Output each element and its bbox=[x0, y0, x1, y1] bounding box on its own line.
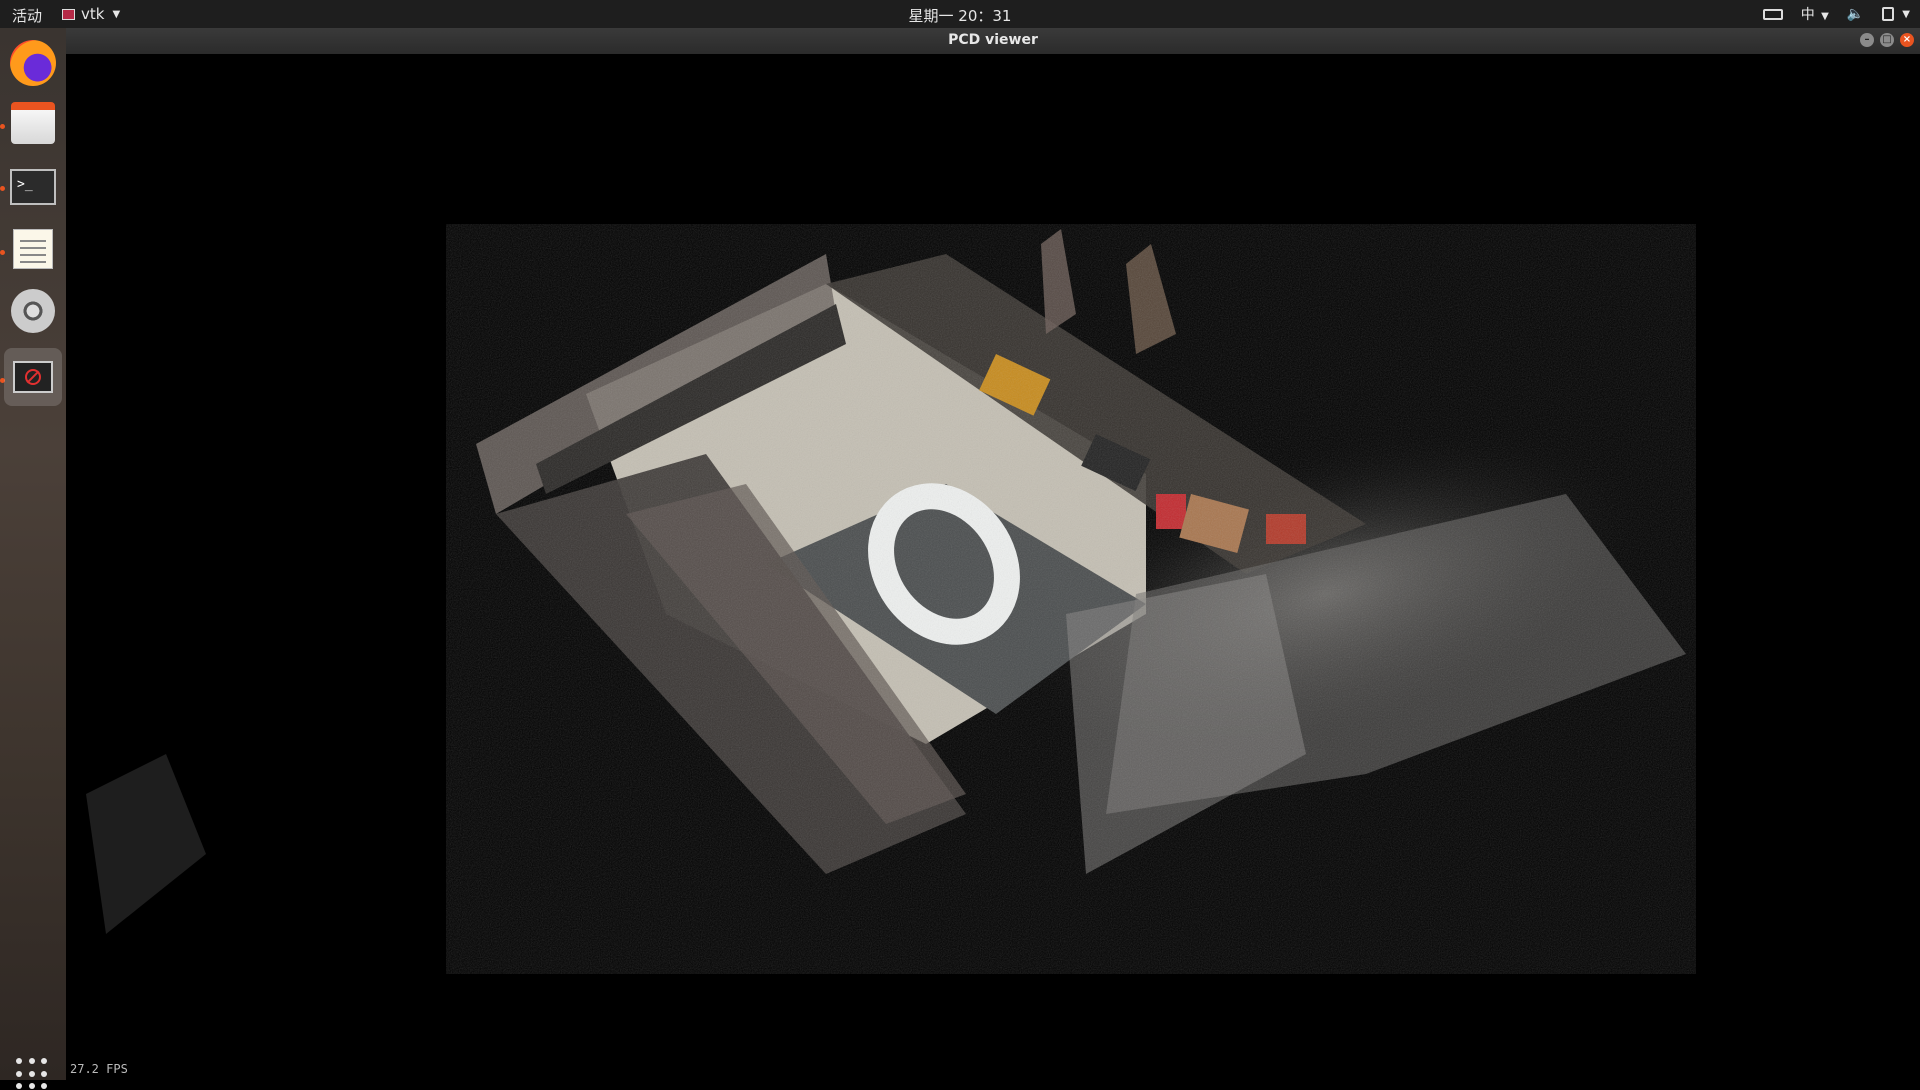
close-button[interactable]: × bbox=[1900, 33, 1914, 47]
app-menu-label: vtk bbox=[81, 5, 105, 23]
files-icon bbox=[11, 102, 55, 144]
power-icon bbox=[1882, 7, 1895, 21]
volume-icon[interactable]: 🔈 bbox=[1847, 6, 1864, 22]
dock-item-video[interactable] bbox=[4, 282, 62, 340]
minimize-button[interactable]: – bbox=[1860, 33, 1874, 47]
dock: >_ bbox=[0, 28, 66, 1090]
pointcloud-render bbox=[86, 224, 1696, 974]
dock-item-terminal[interactable]: >_ bbox=[4, 158, 62, 216]
activities-button[interactable]: 活动 bbox=[12, 5, 42, 26]
input-method-indicator[interactable]: 中 ▼ bbox=[1801, 4, 1829, 24]
dock-item-firefox[interactable] bbox=[4, 34, 62, 92]
top-bar: 活动 vtk ▼ 星期一 20：31 中 ▼ 🔈 ▼ bbox=[0, 0, 1920, 28]
clock[interactable]: 星期一 20：31 bbox=[0, 5, 1920, 26]
app-menu[interactable]: vtk ▼ bbox=[62, 5, 120, 23]
window-controls: – □ × bbox=[1860, 33, 1914, 47]
video-icon bbox=[11, 289, 55, 333]
system-menu[interactable]: ▼ bbox=[1882, 7, 1910, 21]
firefox-icon bbox=[10, 40, 56, 86]
pcd-viewer-icon bbox=[13, 361, 53, 393]
show-applications-button[interactable] bbox=[16, 1058, 48, 1090]
window-title: PCD viewer bbox=[948, 32, 1038, 48]
system-tray: 中 ▼ 🔈 ▼ bbox=[1762, 4, 1910, 24]
maximize-button[interactable]: □ bbox=[1880, 33, 1894, 47]
dock-item-text-editor[interactable] bbox=[4, 220, 62, 278]
chevron-down-icon: ▼ bbox=[1902, 8, 1910, 20]
dock-item-pcd-viewer[interactable] bbox=[4, 348, 62, 406]
chevron-down-icon: ▼ bbox=[1821, 11, 1829, 22]
dock-item-files[interactable] bbox=[4, 94, 62, 152]
text-editor-icon bbox=[13, 229, 53, 269]
fps-counter: 27.2 FPS bbox=[70, 1062, 128, 1076]
terminal-icon: >_ bbox=[10, 169, 56, 205]
chevron-down-icon: ▼ bbox=[112, 8, 121, 20]
vtk-app-icon bbox=[62, 8, 75, 20]
keyboard-icon[interactable] bbox=[1762, 8, 1783, 20]
pointcloud-viewport[interactable] bbox=[66, 54, 1920, 1080]
input-method-label: 中 bbox=[1800, 7, 1815, 23]
window-titlebar[interactable]: PCD viewer – □ × bbox=[66, 28, 1920, 54]
